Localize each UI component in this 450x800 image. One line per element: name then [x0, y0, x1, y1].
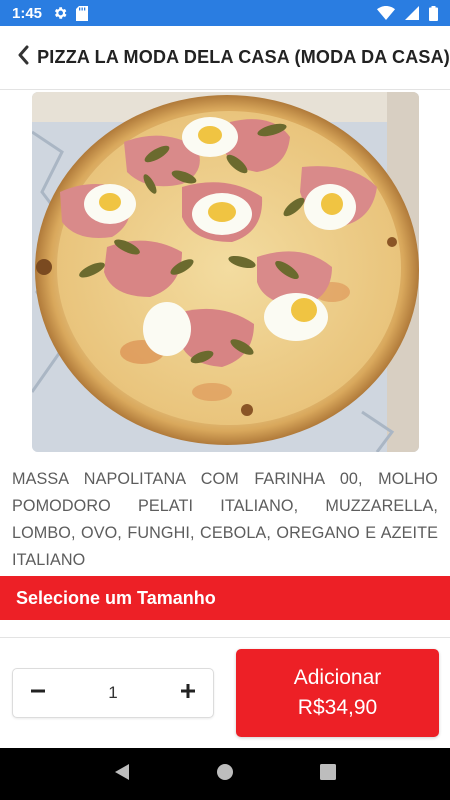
add-button-label: Adicionar — [293, 666, 382, 689]
app-screen: 1:45 PIZZA LA MODA DELA CASA (MODA DA CA… — [0, 0, 450, 800]
system-nav-bar — [0, 748, 450, 800]
page-title: PIZZA LA MODA DELA CASA (MODA DA CASA) — [37, 47, 450, 67]
chevron-left-icon — [17, 45, 29, 70]
sd-card-icon — [76, 5, 89, 21]
add-to-cart-button[interactable]: Adicionar R$34,90 — [236, 649, 439, 737]
recents-square-icon — [320, 763, 337, 785]
add-button-price: R$34,90 — [297, 696, 378, 719]
product-description: MASSA NAPOLITANA COM FARINHA 00, MOLHO P… — [12, 470, 438, 569]
status-time: 1:45 — [12, 4, 43, 22]
minus-icon — [30, 683, 46, 704]
quantity-value: 1 — [108, 683, 118, 702]
plus-icon — [180, 683, 196, 704]
back-button[interactable] — [14, 43, 31, 73]
nav-back-button[interactable] — [102, 754, 142, 794]
status-bar: 1:45 — [0, 0, 450, 26]
quantity-stepper: 1 — [12, 668, 214, 718]
nav-recents-button[interactable] — [308, 754, 348, 794]
size-selector-button[interactable]: Selecione um Tamanho — [0, 576, 450, 620]
status-right-icons — [377, 5, 438, 21]
decrease-quantity-button[interactable] — [27, 682, 49, 704]
divider — [0, 637, 450, 638]
status-left-icons — [52, 5, 89, 21]
nav-home-button[interactable] — [205, 754, 245, 794]
size-selector-label: Selecione um Tamanho — [16, 587, 216, 608]
product-image — [32, 92, 419, 452]
pizza-photo — [32, 92, 419, 452]
back-triangle-icon — [114, 763, 130, 786]
wifi-icon — [377, 6, 395, 20]
increase-quantity-button[interactable] — [177, 682, 199, 704]
home-circle-icon — [216, 763, 234, 786]
gear-icon — [52, 5, 68, 21]
page-header: PIZZA LA MODA DELA CASA (MODA DA CASA) — [0, 26, 450, 90]
signal-icon — [405, 6, 419, 20]
battery-icon — [429, 5, 438, 21]
